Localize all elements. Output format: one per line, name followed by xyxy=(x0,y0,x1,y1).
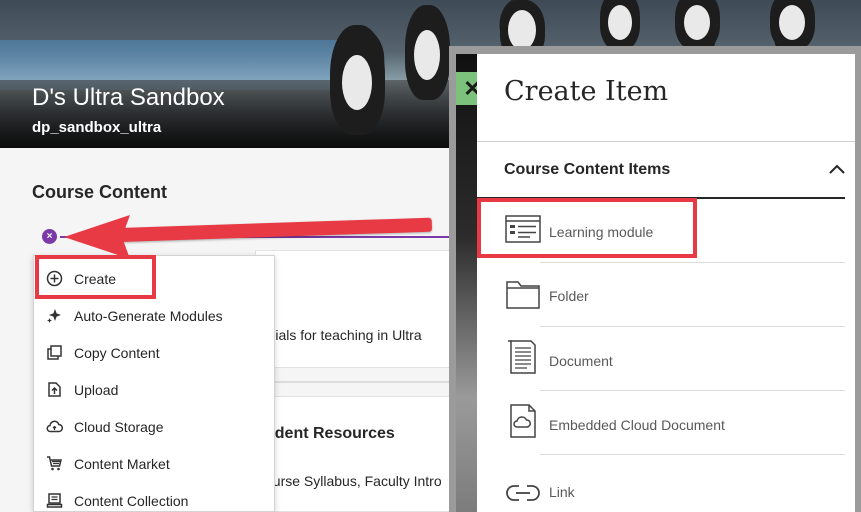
menu-item-upload[interactable]: Upload xyxy=(34,371,274,408)
course-id: dp_sandbox_ultra xyxy=(32,119,162,136)
panel-item-link[interactable]: Link xyxy=(477,455,855,512)
menu-item-label: Cloud Storage xyxy=(74,418,164,435)
close-add-menu-button[interactable]: × xyxy=(42,229,57,244)
content-card[interactable] xyxy=(255,396,455,512)
upload-icon xyxy=(45,381,63,399)
divider xyxy=(477,141,855,142)
content-card[interactable] xyxy=(255,250,455,368)
panel-item-embedded-cloud-document[interactable]: Embedded Cloud Document xyxy=(477,391,855,455)
page-title: Course Content xyxy=(32,182,167,202)
create-item-panel: Create Item Course Content Items Learnin… xyxy=(477,54,855,512)
cloud-document-icon xyxy=(510,404,536,438)
copy-icon xyxy=(45,344,63,362)
cloud-storage-icon xyxy=(45,418,63,436)
section-header[interactable]: Course Content Items xyxy=(504,161,670,179)
menu-item-label: Upload xyxy=(74,381,119,398)
course-title: D's Ultra Sandbox xyxy=(32,84,225,111)
document-icon xyxy=(508,340,536,374)
penguin-image xyxy=(414,30,440,80)
callout-arrow xyxy=(119,217,433,242)
market-icon xyxy=(45,455,63,473)
highlight-callout-learning-module xyxy=(477,198,697,258)
menu-item-content-market[interactable]: Content Market xyxy=(34,445,274,482)
panel-background-strip xyxy=(456,54,477,512)
callout-arrowhead-icon xyxy=(64,215,130,259)
penguin-image xyxy=(684,5,710,40)
panel-item-folder[interactable]: Folder xyxy=(477,263,855,327)
menu-item-cloud-storage[interactable]: Cloud Storage xyxy=(34,408,274,445)
link-icon xyxy=(506,485,540,501)
panel-item-label: Folder xyxy=(549,288,589,304)
menu-item-label: Copy Content xyxy=(74,344,160,361)
panel-title: Create Item xyxy=(504,76,669,107)
menu-item-label: Content Market xyxy=(74,455,170,472)
highlight-callout-create xyxy=(35,255,156,299)
sparkle-icon xyxy=(45,307,63,325)
card-description: terials for teaching in Ultra xyxy=(259,327,422,343)
menu-item-auto-generate[interactable]: Auto-Generate Modules xyxy=(34,297,274,334)
panel-item-document[interactable]: Document xyxy=(477,327,855,391)
card-title[interactable]: udent Resources xyxy=(265,425,455,443)
card-description: ourse Syllabus, Faculty Intro xyxy=(265,473,442,489)
divider xyxy=(275,381,455,383)
penguin-image xyxy=(608,5,632,40)
chevron-up-icon[interactable] xyxy=(827,160,847,180)
penguin-image xyxy=(508,10,536,50)
panel-item-label: Embedded Cloud Document xyxy=(549,417,725,433)
penguin-image xyxy=(779,5,805,40)
menu-item-copy-content[interactable]: Copy Content xyxy=(34,334,274,371)
menu-item-label: Content Collection xyxy=(74,492,189,509)
menu-item-label: Auto-Generate Modules xyxy=(74,307,223,324)
panel-item-label: Link xyxy=(549,484,575,500)
penguin-image xyxy=(342,55,372,110)
menu-item-content-collection[interactable]: Content Collection xyxy=(34,482,274,512)
folder-icon xyxy=(506,281,540,309)
collection-icon xyxy=(45,492,63,510)
panel-item-label: Document xyxy=(549,353,613,369)
